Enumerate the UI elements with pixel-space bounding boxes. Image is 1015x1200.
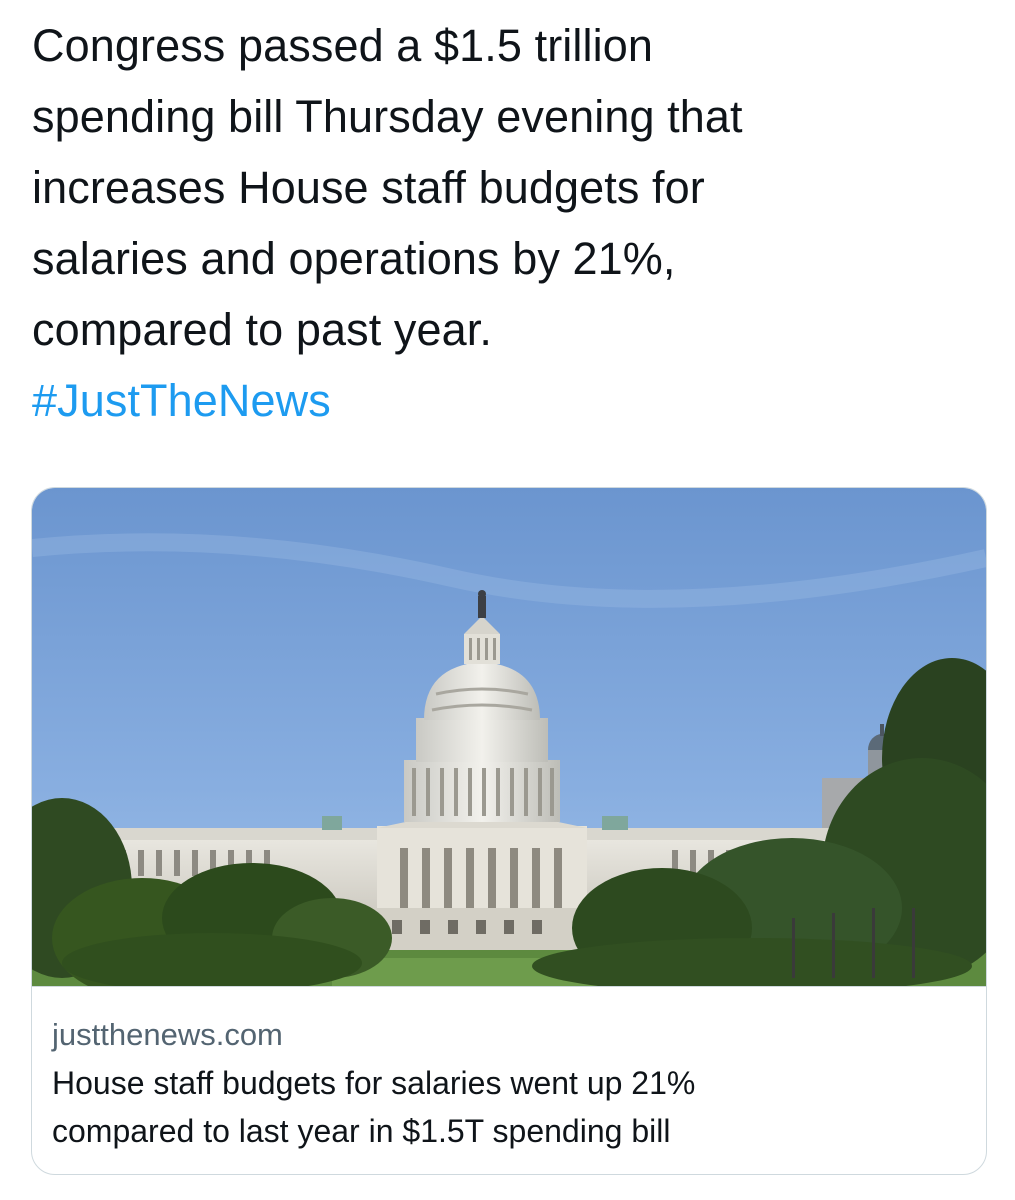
capitol-building-image — [32, 488, 986, 986]
link-title-line: House staff budgets for salaries went up… — [52, 1065, 696, 1101]
tweet-text-line: spending bill Thursday evening that — [32, 91, 743, 142]
tweet-text-line: Congress passed a $1.5 trillion — [32, 20, 653, 71]
tweet-text-line: compared to past year. — [32, 304, 492, 355]
link-preview-footer[interactable]: justthenews.com House staff budgets for … — [32, 986, 986, 1174]
link-preview-card[interactable]: justthenews.com House staff budgets for … — [31, 487, 987, 1175]
link-title: House staff budgets for salaries went up… — [52, 1059, 966, 1155]
link-domain: justthenews.com — [52, 1017, 283, 1052]
link-title-line: compared to last year in $1.5T spending … — [52, 1113, 671, 1149]
hashtag-link[interactable]: #JustTheNews — [32, 365, 992, 436]
tweet-text-line: increases House staff budgets for — [32, 162, 705, 213]
tweet-text-line: salaries and operations by 21%, — [32, 233, 676, 284]
tweet-text: Congress passed a $1.5 trillion spending… — [32, 10, 992, 436]
